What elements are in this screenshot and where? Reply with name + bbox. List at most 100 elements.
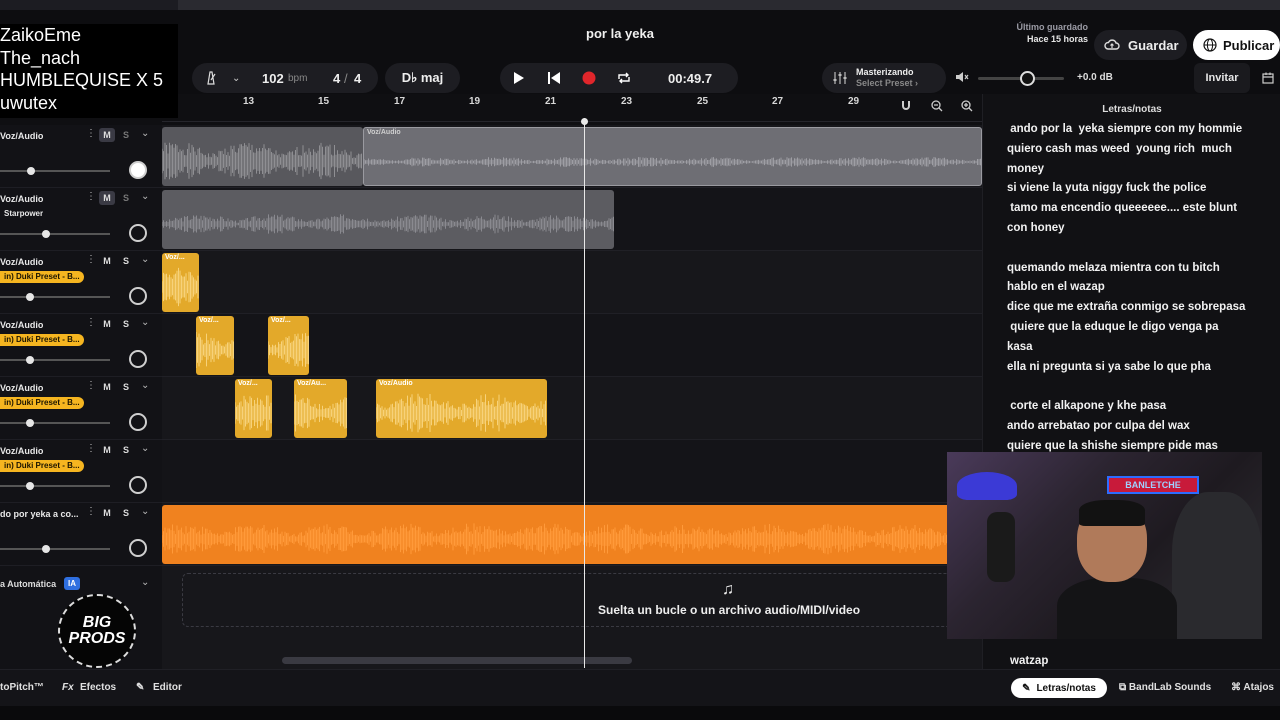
more-options-icon[interactable]: ⋮ [86,443,96,454]
loop-icon[interactable] [616,71,632,85]
fx-icon[interactable]: Fx [62,682,74,693]
key-selector[interactable]: D♭ maj [385,63,460,93]
track-name[interactable]: Voz/Audio [0,383,43,393]
track-preset[interactable]: Starpower [0,208,47,220]
audio-clip[interactable] [162,190,614,249]
effects-button[interactable]: Efectos [80,682,116,693]
track-preset[interactable]: in) Duki Preset - B... [0,460,84,472]
lyrics-bottom-line[interactable]: watzap [1010,655,1048,667]
volume-knob[interactable] [26,356,34,364]
more-options-icon[interactable]: ⋮ [86,191,96,202]
volume-icon[interactable] [955,71,969,83]
drop-zone[interactable] [182,573,982,627]
track-lane[interactable] [162,188,982,251]
zoom-out-icon[interactable] [928,100,946,118]
audio-clip[interactable]: Voz/... [268,316,309,375]
tempo-value[interactable]: 102 [262,71,284,86]
bandlab-sounds-button[interactable]: ⧉ BandLab Sounds [1119,682,1211,693]
track-header[interactable]: Voz/Audio ⋮ M S ⌄ [0,125,162,188]
track-lane[interactable]: Voz/... Voz/Au... Voz/Audio [162,377,982,440]
timeline-area[interactable]: Voz/Audio Voz/... Voz/... Voz/... Voz/..… [162,125,982,669]
solo-button[interactable]: S [118,254,134,268]
master-volume-slider[interactable] [978,71,1064,86]
zoom-in-icon[interactable] [958,100,976,118]
track-preset[interactable]: in) Duki Preset - B... [0,271,84,283]
track-name[interactable]: Voz/Audio [0,446,43,456]
volume-slider[interactable] [0,293,110,301]
metronome-icon[interactable] [204,71,218,85]
solo-button[interactable]: S [118,506,134,520]
horizontal-scrollbar[interactable] [282,657,632,664]
more-options-icon[interactable]: ⋮ [86,506,96,517]
lyrics-editor[interactable]: ando por la yeka siempre con my hommie qu… [1007,120,1273,457]
more-options-icon[interactable]: ⋮ [86,128,96,139]
track-name[interactable]: Voz/Audio [0,194,43,204]
chevron-down-icon[interactable]: ⌄ [141,317,149,328]
editor-button[interactable]: Editor [153,682,182,693]
playhead[interactable] [581,118,588,668]
autopitch-button[interactable]: toPitch™ [0,682,44,693]
calendar-icon[interactable] [1262,72,1274,84]
audio-clip[interactable]: Voz/Audio [363,127,982,186]
mute-button[interactable]: M [99,254,115,268]
record-icon[interactable] [582,71,596,85]
pan-knob[interactable] [129,476,147,494]
mute-button[interactable]: M [99,317,115,331]
audio-clip[interactable]: Voz/... [235,379,272,438]
track-header[interactable]: do por yeka a co... ⋮ M S ⌄ [0,503,162,566]
pan-knob[interactable] [129,539,147,557]
volume-knob[interactable] [26,419,34,427]
mute-button[interactable]: M [99,506,115,520]
pan-knob[interactable] [129,413,147,431]
volume-slider[interactable] [0,230,110,238]
track-name[interactable]: Voz/Audio [0,131,43,141]
volume-slider[interactable] [0,545,110,553]
volume-knob[interactable] [26,293,34,301]
snap-magnet-icon[interactable] [897,100,915,118]
more-options-icon[interactable]: ⋮ [86,380,96,391]
volume-slider[interactable] [0,167,110,175]
track-preset[interactable]: in) Duki Preset - B... [0,334,84,346]
chevron-down-icon[interactable]: ⌄ [141,128,149,139]
track-header[interactable]: Voz/Audio in) Duki Preset - B... ⋮ M S ⌄ [0,377,162,440]
track-lane[interactable] [162,440,982,503]
master-volume-knob[interactable] [1020,71,1035,86]
track-header[interactable]: Voz/Audio in) Duki Preset - B... ⋮ M S ⌄ [0,251,162,314]
volume-knob[interactable] [27,167,35,175]
pan-knob[interactable] [129,161,147,179]
volume-slider[interactable] [0,419,110,427]
more-options-icon[interactable]: ⋮ [86,317,96,328]
solo-button[interactable]: S [118,317,134,331]
solo-button[interactable]: S [118,443,134,457]
mute-button[interactable]: M [99,128,115,142]
chevron-down-icon[interactable]: ⌄ [141,443,149,454]
track-name[interactable]: Voz/Audio [0,320,43,330]
solo-button[interactable]: S [118,380,134,394]
audio-clip[interactable]: Voz/Au... [294,379,347,438]
publish-button[interactable]: Publicar [1193,30,1280,60]
chevron-down-icon[interactable]: ⌄ [232,73,240,84]
track-preset[interactable]: in) Duki Preset - B... [0,397,84,409]
mute-button[interactable]: M [99,380,115,394]
time-signature-numerator[interactable]: 4 [333,71,340,86]
save-button[interactable]: Guardar [1094,30,1187,60]
more-options-icon[interactable]: ⋮ [86,254,96,265]
lyrics-tab[interactable]: ✎ Letras/notas [1011,678,1107,698]
skip-back-icon[interactable] [547,71,561,85]
invite-button[interactable]: Invitar [1194,63,1250,93]
track-header[interactable]: Voz/Audio Starpower ⋮ M S ⌄ [0,188,162,251]
mastering-selector[interactable]: Masterizando Select Preset › [822,63,946,93]
track-lane[interactable]: Voz/Audio [162,125,982,188]
mute-button[interactable]: M [99,191,115,205]
volume-knob[interactable] [42,230,50,238]
solo-button[interactable]: S [118,191,134,205]
pencil-icon[interactable]: ✎ [136,682,144,693]
volume-knob[interactable] [42,545,50,553]
track-name[interactable]: do por yeka a co... [0,509,79,519]
chevron-down-icon[interactable]: ⌄ [141,506,149,517]
volume-knob[interactable] [26,482,34,490]
track-lane[interactable] [162,503,982,566]
pan-knob[interactable] [129,350,147,368]
pan-knob[interactable] [129,224,147,242]
audio-clip[interactable]: Voz/... [196,316,234,375]
